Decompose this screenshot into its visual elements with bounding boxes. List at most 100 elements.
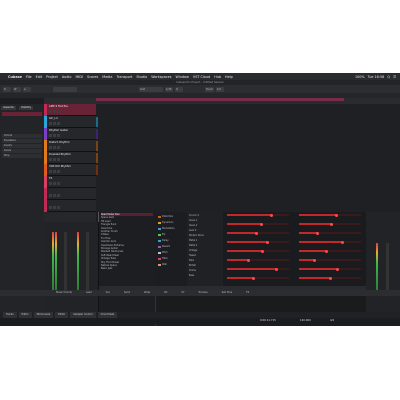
param-slider[interactable] bbox=[227, 258, 289, 262]
menu-media[interactable]: Media bbox=[102, 75, 112, 79]
record-button[interactable] bbox=[57, 146, 60, 149]
menu-scores[interactable]: Scores bbox=[87, 75, 98, 79]
param-handle[interactable] bbox=[259, 222, 263, 226]
menu-vst-cloud[interactable]: VST Cloud bbox=[193, 75, 210, 79]
param-slider[interactable] bbox=[227, 213, 289, 217]
mute-button[interactable] bbox=[49, 194, 52, 197]
time-display[interactable]: 0:00:11.715 bbox=[260, 318, 276, 324]
param-handle[interactable] bbox=[328, 276, 332, 280]
inspector-row-strip[interactable]: Strip bbox=[2, 154, 42, 158]
solo-button[interactable] bbox=[53, 110, 56, 113]
model-item[interactable]: Crunch 4 bbox=[189, 214, 222, 217]
track-row[interactable]: FX bbox=[44, 176, 96, 188]
volume-fader-2[interactable] bbox=[86, 232, 89, 292]
solo-button[interactable] bbox=[53, 206, 56, 209]
spotlight-icon[interactable]: Q bbox=[387, 75, 390, 79]
param-slider[interactable] bbox=[299, 258, 361, 262]
param-handle[interactable] bbox=[275, 267, 279, 271]
model-item[interactable]: Chime bbox=[189, 269, 222, 272]
automation-mode-select[interactable]: Touch bbox=[205, 86, 214, 92]
module-category[interactable]: Reverb bbox=[158, 245, 170, 248]
track-row[interactable]: Doubled Rhythm bbox=[44, 152, 96, 164]
mixer-channel-label[interactable]: Music Chords bbox=[56, 290, 72, 296]
param-slider[interactable] bbox=[299, 276, 361, 280]
menu-audio[interactable]: Audio bbox=[62, 75, 72, 79]
param-slider[interactable] bbox=[299, 240, 361, 244]
track-row[interactable]: Distort. Rhythm bbox=[44, 140, 96, 152]
module-category[interactable]: Wah bbox=[158, 263, 167, 266]
menu-workspaces[interactable]: Workspaces bbox=[151, 75, 171, 79]
param-slider[interactable] bbox=[299, 249, 361, 253]
signature-display[interactable]: 4/4 bbox=[330, 318, 334, 324]
track-lane[interactable] bbox=[96, 140, 400, 152]
track-name[interactable]: Distort. Rhythm bbox=[49, 141, 70, 144]
solo-button[interactable] bbox=[53, 122, 56, 125]
inspector-row-inserts[interactable]: Inserts bbox=[2, 144, 42, 148]
track-lane[interactable] bbox=[96, 164, 400, 176]
tab-inspector[interactable]: Inspector bbox=[1, 106, 17, 110]
mixer-channel-label[interactable]: Process bbox=[199, 290, 208, 296]
param-slider[interactable] bbox=[227, 231, 289, 235]
track-row[interactable]: Gtr_Ld bbox=[44, 116, 96, 128]
model-item[interactable]: British bbox=[189, 264, 222, 267]
menu-window[interactable]: Window bbox=[176, 75, 189, 79]
inspector-track-header[interactable] bbox=[2, 112, 42, 116]
tool-selector[interactable] bbox=[53, 86, 77, 92]
app-menu[interactable]: Cubase bbox=[8, 75, 22, 79]
track-lane[interactable] bbox=[96, 116, 400, 128]
menu-help[interactable]: Help bbox=[225, 75, 233, 79]
model-item[interactable]: Metal 1 bbox=[189, 239, 222, 242]
control-center-icon[interactable]: ☰ bbox=[393, 75, 396, 79]
track-name[interactable]: VOX DUI Rhythm bbox=[49, 165, 71, 168]
param-handle[interactable] bbox=[247, 258, 251, 262]
audio-event[interactable] bbox=[96, 153, 98, 163]
record-button[interactable] bbox=[57, 194, 60, 197]
param-handle[interactable] bbox=[251, 276, 255, 280]
tempo-display[interactable]: 120.000 bbox=[300, 318, 311, 324]
track-row[interactable] bbox=[44, 188, 96, 200]
record-button[interactable] bbox=[57, 170, 60, 173]
track-lane[interactable] bbox=[96, 128, 400, 140]
param-slider[interactable] bbox=[299, 231, 361, 235]
track-lane[interactable] bbox=[96, 152, 400, 164]
solo-button[interactable] bbox=[53, 170, 56, 173]
param-handle[interactable] bbox=[335, 267, 339, 271]
write-button[interactable]: W bbox=[13, 86, 21, 92]
audio-event[interactable] bbox=[96, 129, 98, 139]
mixer-channel-label[interactable]: Lead bbox=[86, 290, 92, 296]
track-row[interactable] bbox=[44, 200, 96, 212]
module-category[interactable]: Dynamics bbox=[158, 221, 173, 224]
record-button[interactable] bbox=[57, 122, 60, 125]
param-handle[interactable] bbox=[265, 240, 269, 244]
track-name[interactable]: FX bbox=[49, 177, 52, 180]
record-button[interactable] bbox=[57, 158, 60, 161]
model-item[interactable]: Modern Drive bbox=[189, 234, 222, 237]
inspector-row-sends[interactable]: Sends bbox=[2, 149, 42, 153]
model-item[interactable]: Vintage bbox=[189, 249, 222, 252]
solo-button[interactable] bbox=[53, 158, 56, 161]
mute-button[interactable] bbox=[49, 182, 52, 185]
menu-file[interactable]: File bbox=[26, 75, 32, 79]
solo-button[interactable] bbox=[53, 194, 56, 197]
record-button[interactable] bbox=[57, 182, 60, 185]
mixer-channel-label[interactable]: CT bbox=[181, 290, 184, 296]
param-handle[interactable] bbox=[340, 240, 344, 244]
mute-button[interactable] bbox=[49, 158, 52, 161]
mixer-channel-label[interactable]: Sell Tone bbox=[222, 290, 233, 296]
track-name[interactable]: Doubled Rhythm bbox=[49, 153, 71, 156]
menu-transport[interactable]: Transport bbox=[116, 75, 132, 79]
param-handle[interactable] bbox=[329, 222, 333, 226]
model-item[interactable]: Plexi bbox=[189, 259, 222, 262]
param-slider[interactable] bbox=[227, 267, 289, 271]
track-lane[interactable] bbox=[96, 188, 400, 200]
read-button[interactable]: R bbox=[3, 86, 11, 92]
mixer-channel-label[interactable]: Vox bbox=[106, 290, 110, 296]
track-name[interactable]: AMP 4 Fret Pre bbox=[49, 105, 68, 108]
right-volume-fader[interactable] bbox=[386, 243, 389, 293]
track-name[interactable]: Rhythm Guitar bbox=[49, 129, 68, 132]
module-category[interactable]: EQ bbox=[158, 233, 165, 236]
module-category[interactable]: Delay bbox=[158, 239, 169, 242]
model-item[interactable]: Clean 1 bbox=[189, 219, 222, 222]
mute-button[interactable] bbox=[49, 146, 52, 149]
module-category[interactable]: Modulation bbox=[158, 227, 175, 230]
